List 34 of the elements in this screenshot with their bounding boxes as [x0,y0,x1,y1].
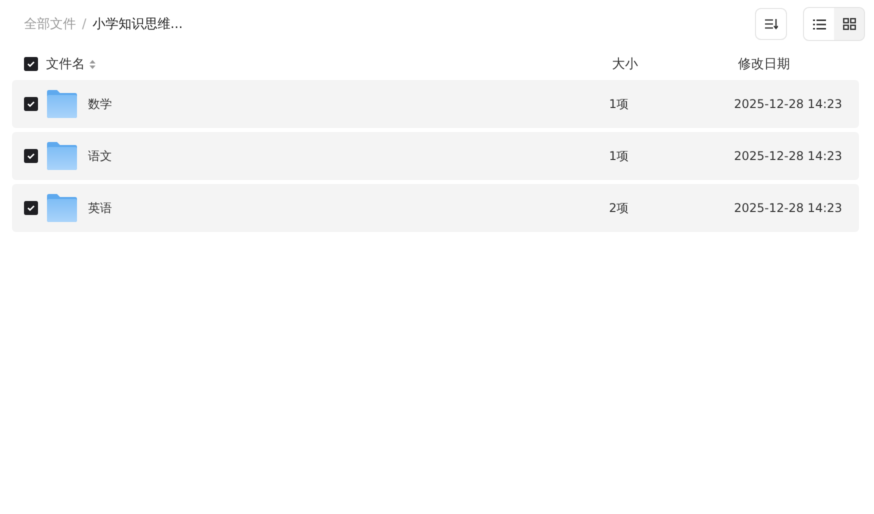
size-cell-text: 1项 [609,148,630,164]
folder-icon [47,90,77,118]
folder-icon [47,142,77,170]
check-icon [27,61,35,67]
column-header: 修改日期 [738,56,790,73]
folder-name[interactable]: 英语 [88,200,609,216]
sort-button[interactable] [755,8,787,40]
folder-icon [47,194,77,222]
grid-icon [842,18,856,30]
row-checkbox[interactable] [24,201,38,215]
row-checkbox[interactable] [24,97,38,111]
size-cell-text: 1项 [609,96,630,112]
column-header[interactable]: 文件名 [46,55,85,73]
check-icon [27,153,35,159]
row-checkbox[interactable] [24,149,38,163]
check-icon [27,101,35,107]
folder-name[interactable]: 语文 [88,148,609,164]
view-toggle-button[interactable] [804,8,834,40]
check-icon [27,205,35,211]
sort-icon [764,18,778,30]
column-header: 大小 [612,56,639,73]
size-cell-text: 2项 [609,200,630,216]
folder-name[interactable]: 数学 [88,96,609,112]
breadcrumb-separator: / [82,16,86,32]
date-cell: 2025-12-28 14:23 [734,201,842,215]
sort-arrows-icon[interactable] [89,58,96,70]
date-cell: 2025-12-28 14:23 [734,97,842,111]
list-icon [812,18,826,30]
file-row[interactable]: 语文 1项 2025-12-28 14:23 [12,132,859,180]
file-row[interactable]: 英语 2项 2025-12-28 14:23 [12,184,859,232]
file-row[interactable]: 数学 1项 2025-12-28 14:23 [12,80,859,128]
breadcrumb-item: 小学知识思维... [92,16,183,33]
date-cell: 2025-12-28 14:23 [734,149,842,163]
select-all-checkbox[interactable] [24,57,38,71]
